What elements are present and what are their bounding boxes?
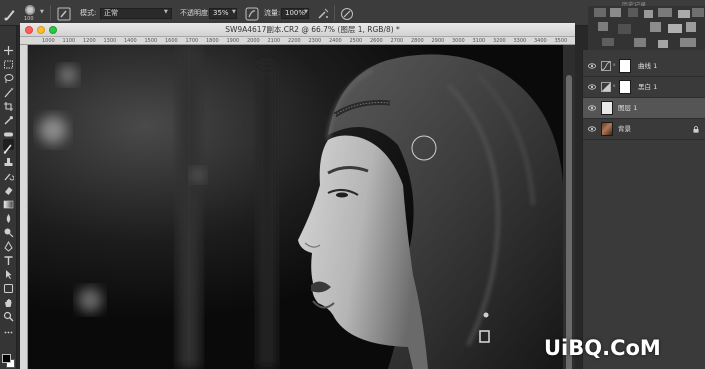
ruler-tick-label: 1300	[103, 38, 117, 44]
path-select-icon[interactable]	[3, 265, 14, 279]
move-icon[interactable]	[3, 41, 14, 55]
marquee-icon[interactable]	[3, 55, 14, 69]
ruler-tick-label: 1200	[83, 38, 96, 44]
type-icon[interactable]	[3, 251, 14, 265]
document-title-bar[interactable]: SW9A4617副本.CR2 @ 66.7% (图层 1, RGB/8) *	[20, 23, 575, 37]
brush-preset-icon[interactable]: 100	[22, 3, 38, 23]
magic-wand-icon[interactable]	[3, 83, 14, 98]
brush-panel-toggle-icon[interactable]	[57, 6, 71, 21]
mode-select[interactable]: 正常	[100, 8, 172, 19]
ruler-tick-label: 2900	[431, 38, 445, 44]
eraser-icon[interactable]	[3, 181, 14, 195]
separator	[50, 5, 51, 21]
chevron-down-icon[interactable]: ▼	[164, 10, 169, 15]
ruler-tick-label: 1500	[144, 38, 158, 44]
layer-thumbnail[interactable]	[601, 122, 613, 136]
chevron-down-icon[interactable]: ▼	[40, 10, 45, 15]
horizontal-ruler[interactable]: 1000 1100 1200 1300 1400 1500 1600 1700 1800 1900…	[20, 37, 575, 45]
site-watermark: UiBQ.CoM	[544, 336, 661, 360]
eye-icon[interactable]	[588, 62, 596, 70]
ruler-tick-label: 2200	[288, 38, 301, 44]
lock-icon	[693, 126, 699, 133]
layer-name: 图层 1	[618, 104, 638, 112]
ruler-tick-label: 2500	[349, 38, 363, 44]
pressure-size-icon[interactable]	[340, 6, 354, 20]
brush-size-value: 100	[24, 16, 34, 22]
ruler-tick-label: 2300	[308, 38, 322, 44]
ruler-tick-label: 2800	[411, 38, 424, 44]
ruler-tick-label: 2700	[390, 38, 404, 44]
separator	[334, 5, 335, 21]
link-icon[interactable]: ⁸	[613, 84, 615, 91]
chevron-down-icon[interactable]: ▼	[232, 10, 237, 15]
image-canvas[interactable]	[28, 45, 563, 369]
layer-name: 背景	[618, 125, 631, 133]
eyedropper-icon[interactable]	[3, 111, 14, 125]
ruler-tick-label: 1900	[226, 38, 240, 44]
layers-panel: ⁸ 曲线 1 ⁸ 黑白 1 图层 1 背景	[582, 50, 705, 369]
layer-row[interactable]: 背景	[583, 119, 705, 140]
gradient-icon[interactable]	[3, 195, 14, 209]
ruler-tick-label: 2600	[370, 38, 383, 44]
vertical-scrollbar[interactable]	[563, 45, 575, 369]
lasso-icon[interactable]	[3, 69, 14, 83]
black-white-icon[interactable]	[601, 82, 611, 92]
photoshop-window: 100 ▼ 模式: 正常 ▼ 不透明度: 35% ▼ 流量: 100% ▼ 历史…	[0, 0, 705, 369]
brush-icon[interactable]	[3, 6, 17, 21]
hand-icon[interactable]	[3, 293, 14, 307]
pixelated-region	[588, 6, 705, 56]
layer-name: 黑白 1	[638, 83, 658, 91]
ruler-tick-label: 3100	[472, 38, 486, 44]
eye-icon[interactable]	[588, 83, 596, 91]
layer-row[interactable]: 图层 1	[583, 98, 705, 119]
shape-icon[interactable]	[3, 279, 14, 293]
layer-row[interactable]: ⁸ 曲线 1	[583, 56, 705, 77]
blur-icon[interactable]	[3, 209, 14, 223]
clone-stamp-icon[interactable]	[3, 153, 14, 166]
ruler-tick-label: 1100	[62, 38, 76, 44]
ruler-tick-label: 3300	[513, 38, 527, 44]
link-icon[interactable]: ⁸	[613, 63, 615, 70]
pressure-opacity-icon[interactable]	[245, 6, 259, 21]
layer-row[interactable]: ⁸ 黑白 1	[583, 77, 705, 98]
ruler-tick-label: 1700	[185, 38, 199, 44]
ruler-tick-label: 1000	[42, 38, 55, 44]
eye-icon[interactable]	[588, 125, 596, 133]
layer-mask-thumbnail[interactable]	[619, 59, 631, 73]
zoom-icon[interactable]	[3, 307, 14, 322]
layer-mask-thumbnail[interactable]	[619, 80, 631, 94]
airbrush-icon[interactable]	[316, 6, 330, 20]
healing-icon[interactable]	[3, 125, 14, 137]
document-window: SW9A4617副本.CR2 @ 66.7% (图层 1, RGB/8) * 1…	[20, 23, 575, 369]
ruler-tick-label: 3400	[534, 38, 547, 44]
pen-icon[interactable]	[3, 237, 14, 252]
ruler-tick-label: 1600	[165, 38, 178, 44]
document-title: SW9A4617副本.CR2 @ 66.7% (图层 1, RGB/8) *	[225, 25, 400, 34]
layer-thumbnail[interactable]	[601, 101, 613, 115]
foreground-color-swatch[interactable]	[2, 354, 11, 363]
portrait-photo	[28, 45, 563, 369]
ruler-tick-label: 2000	[247, 38, 260, 44]
ruler-tick-label: 3200	[493, 38, 506, 44]
scrollbar-thumb[interactable]	[566, 75, 572, 369]
dodge-icon[interactable]	[3, 223, 14, 238]
chevron-down-icon[interactable]: ▼	[304, 10, 309, 15]
vertical-ruler[interactable]	[20, 45, 28, 369]
crop-icon[interactable]	[3, 97, 14, 111]
ruler-tick-label: 3000	[452, 38, 465, 44]
layer-name: 曲线 1	[638, 62, 658, 70]
ruler-tick-label: 1800	[206, 38, 219, 44]
curves-icon[interactable]	[601, 61, 611, 71]
tools-panel	[0, 26, 17, 369]
eye-icon[interactable]	[588, 104, 596, 112]
history-brush-icon[interactable]	[3, 167, 15, 181]
ruler-tick-label: 1400	[124, 38, 137, 44]
brush-tool-icon[interactable]	[3, 139, 14, 154]
ruler-tick-label: 2400	[329, 38, 342, 44]
more-tools-icon[interactable]	[3, 323, 14, 334]
ruler-tick-label: 3500	[554, 38, 568, 44]
ruler-tick-label: 2100	[267, 38, 281, 44]
